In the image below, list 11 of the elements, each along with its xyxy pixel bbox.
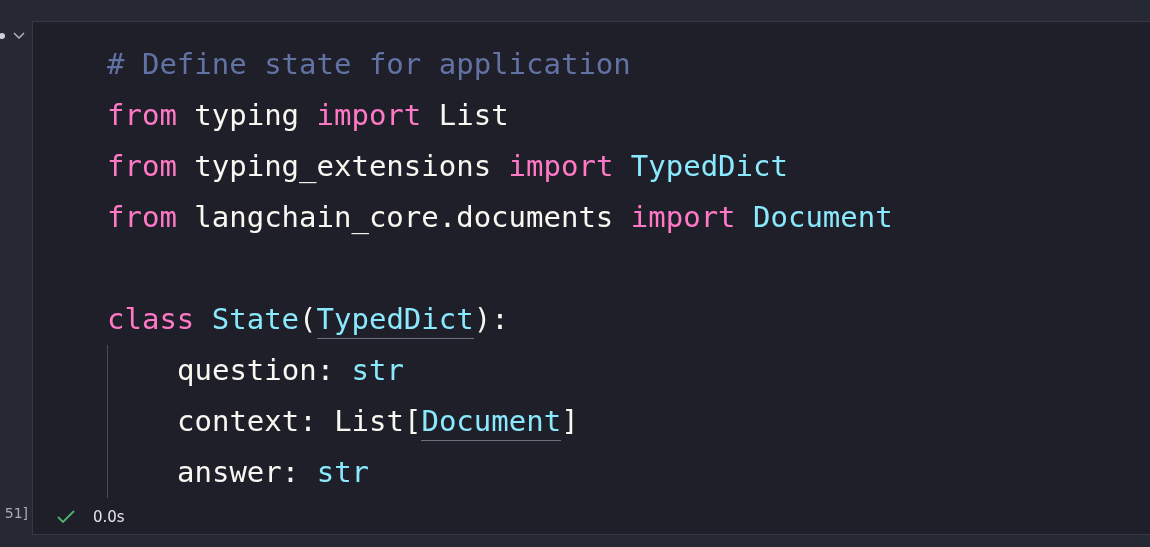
code-line: answer: str [107, 447, 370, 498]
code-line: from langchain_core.documents import Document [107, 199, 893, 236]
code-line: # Define state for application [107, 46, 631, 83]
code-line: context: List[Document] [107, 396, 579, 447]
code-line: class State(TypedDict): [107, 294, 509, 345]
code-line: from typing import List [107, 97, 509, 134]
code-line: from typing_extensions import TypedDict [107, 148, 788, 185]
execution-time: 0.0s [93, 508, 125, 526]
execution-count: 51] [4, 505, 29, 521]
chevron-down-icon[interactable] [13, 32, 25, 40]
code-line: question: str [107, 345, 404, 396]
